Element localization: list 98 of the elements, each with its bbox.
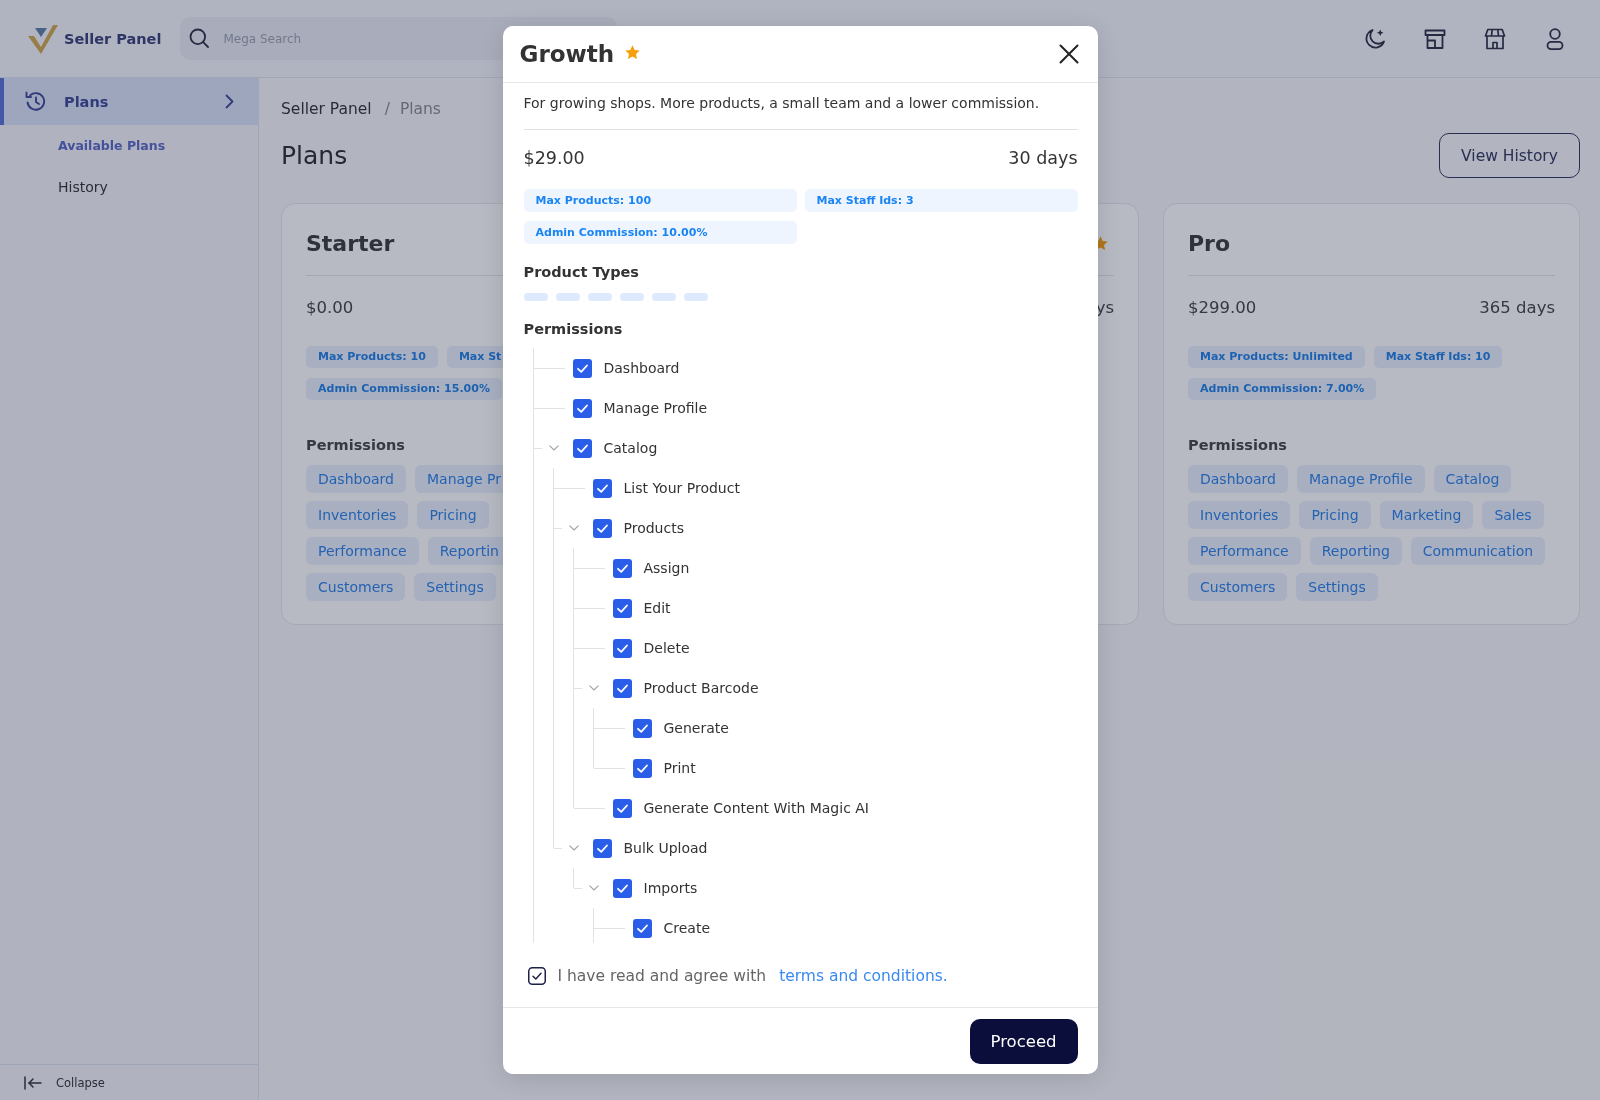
permission-chip: Manage Profile: [1296, 465, 1425, 493]
permission-label[interactable]: Bulk Upload: [623, 840, 708, 856]
plan-title: Starter: [306, 230, 395, 256]
permission-chip: Inventories: [1188, 501, 1291, 529]
plan-title: Pro: [1188, 230, 1231, 256]
loading-placeholder: [523, 293, 548, 301]
plan-duration: 30 days: [1008, 148, 1078, 168]
breadcrumb-link[interactable]: Seller Panel: [281, 100, 372, 118]
limit-tag: Max Staff Ids: 3: [804, 189, 1078, 212]
agreement-text: I have read and agree with: [557, 967, 767, 985]
user-icon[interactable]: [1544, 27, 1566, 50]
plan-price: $29.00: [523, 148, 585, 168]
loading-placeholder: [683, 293, 708, 301]
permission-chip: Settings: [1296, 573, 1378, 601]
checkbox[interactable]: [592, 478, 612, 498]
permission-label[interactable]: Dashboard: [603, 360, 680, 376]
plan-duration: 365 days: [1479, 297, 1555, 317]
checkbox[interactable]: [632, 718, 652, 738]
loading-placeholder: [555, 293, 580, 301]
checkbox[interactable]: [632, 918, 652, 938]
proceed-button[interactable]: Proceed: [969, 1018, 1078, 1064]
nav-subitem[interactable]: History: [0, 166, 258, 207]
permission-chip: Dashboard: [306, 465, 406, 493]
permission-chip: Sales: [1482, 501, 1544, 529]
permission-label[interactable]: Assign: [643, 560, 690, 576]
limit-tag: Max Products: 100: [523, 189, 797, 212]
checkbox[interactable]: [612, 878, 632, 898]
checkbox[interactable]: [612, 798, 632, 818]
permission-label[interactable]: Generate Content With Magic AI: [643, 800, 869, 816]
permission-label[interactable]: Imports: [643, 880, 698, 896]
plan-description: For growing shops. More products, a small team and a lower commission.: [523, 94, 1040, 112]
breadcrumb-current: Plans: [399, 100, 441, 118]
permission-label[interactable]: Manage Profile: [603, 400, 708, 416]
loading-placeholder: [619, 293, 644, 301]
store-icon[interactable]: [1484, 27, 1506, 50]
section-heading: Permissions: [306, 436, 405, 455]
page-title: Plans: [281, 141, 348, 170]
permission-chip: Marketing: [1379, 501, 1474, 529]
checkbox[interactable]: [592, 838, 612, 858]
permission-chip: Pricing: [1299, 501, 1371, 529]
permission-label[interactable]: List Your Product: [623, 480, 740, 496]
view-history-button[interactable]: View History: [1439, 133, 1580, 178]
limit-tag: Max Products: Unlimited: [1188, 346, 1365, 368]
close-icon: [1058, 44, 1079, 64]
limit-tag: Admin Commission: 7.00%: [1188, 378, 1377, 400]
permission-chip: Settings: [414, 573, 496, 601]
checkbox[interactable]: [612, 598, 632, 618]
checkbox[interactable]: [612, 638, 632, 658]
permission-chip: Dashboard: [1188, 465, 1288, 493]
permission-chip: Performance: [1188, 537, 1301, 565]
logo-icon: [28, 23, 58, 54]
limit-tag: Max Staff Ids: 10: [1373, 346, 1503, 368]
permission-label[interactable]: Print: [663, 760, 696, 776]
checkbox[interactable]: [612, 678, 632, 698]
permission-label[interactable]: Create: [663, 920, 711, 936]
terms-link[interactable]: terms and conditions.: [779, 967, 948, 985]
checkbox[interactable]: [632, 758, 652, 778]
permission-chip: Reporting: [1309, 537, 1402, 565]
permission-chip: Performance: [306, 537, 419, 565]
section-heading: Permissions: [523, 320, 623, 339]
permission-label[interactable]: Delete: [643, 640, 690, 656]
close-button[interactable]: [1058, 44, 1079, 64]
loading-placeholder: [587, 293, 612, 301]
brand-name: Seller Panel: [64, 30, 162, 47]
collapse-icon: [24, 1075, 42, 1090]
agree-checkbox[interactable]: [527, 967, 546, 985]
permission-chip: Customers: [1188, 573, 1288, 601]
permission-label[interactable]: Product Barcode: [643, 680, 759, 696]
checkbox[interactable]: [572, 438, 592, 458]
chevron-right-icon: [225, 94, 234, 109]
checkbox[interactable]: [612, 558, 632, 578]
limit-tag: Max Products: 10: [306, 346, 438, 368]
permission-label[interactable]: Products: [623, 520, 684, 536]
section-heading: Permissions: [1188, 436, 1287, 455]
breadcrumb-separator: /: [384, 100, 390, 118]
permission-label[interactable]: Catalog: [603, 440, 658, 456]
checkbox[interactable]: [592, 518, 612, 538]
plan-price: $0.00: [306, 297, 354, 317]
limit-tag: Admin Commission: 15.00%: [306, 378, 502, 400]
checkbox[interactable]: [572, 358, 592, 378]
limit-tag: Admin Commission: 10.00%: [523, 221, 797, 244]
nav-item[interactable]: Plans: [0, 78, 258, 125]
permission-chip: Pricing: [417, 501, 489, 529]
search-icon: [189, 28, 210, 48]
permission-label[interactable]: Edit: [643, 600, 671, 616]
permission-label[interactable]: Generate: [663, 720, 729, 736]
moon-icon[interactable]: [1364, 27, 1386, 50]
loading-placeholder: [651, 293, 676, 301]
shop-icon[interactable]: [1424, 27, 1446, 50]
checkbox[interactable]: [572, 398, 592, 418]
permission-chip: Communication: [1410, 537, 1546, 565]
history-icon: [25, 91, 46, 112]
permission-chip: Customers: [306, 573, 406, 601]
permission-chip: Inventories: [306, 501, 409, 529]
collapse-button[interactable]: Collapse: [0, 1064, 258, 1100]
plan-price: $299.00: [1188, 297, 1257, 317]
section-heading: Product Types: [523, 263, 639, 282]
permission-chip: Catalog: [1433, 465, 1512, 493]
